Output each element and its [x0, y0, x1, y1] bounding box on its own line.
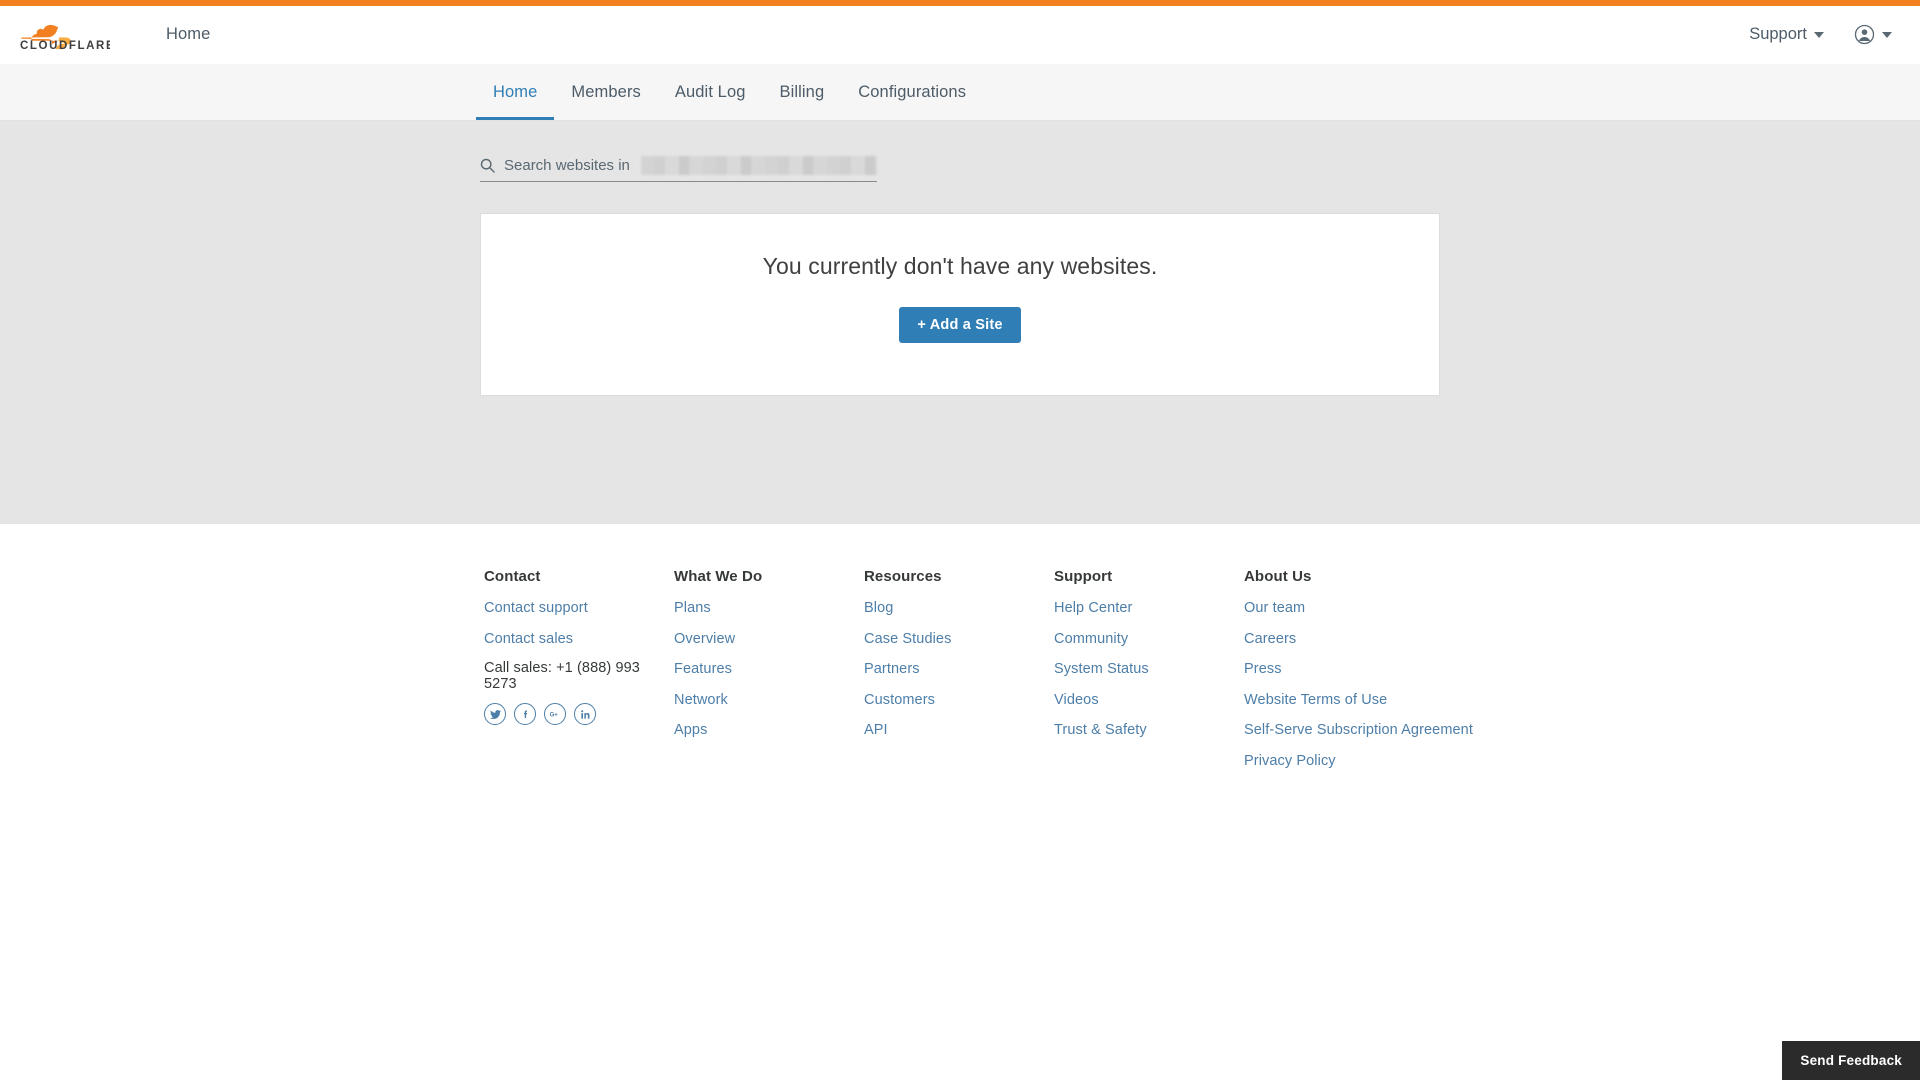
- footer-link[interactable]: Network: [674, 691, 864, 711]
- search-input[interactable]: Search websites in: [480, 152, 877, 182]
- facebook-icon[interactable]: [514, 703, 536, 726]
- footer-link[interactable]: Partners: [864, 660, 1054, 680]
- cloudflare-wordmark: CLOUDFLARE: [20, 40, 110, 52]
- cloudflare-cloud-icon: CLOUDFLARE: [20, 24, 110, 52]
- footer-link[interactable]: Videos: [1054, 691, 1244, 711]
- footer-link[interactable]: Apps: [674, 721, 864, 741]
- cloudflare-logo[interactable]: CLOUDFLARE: [18, 17, 110, 53]
- footer-link[interactable]: Privacy Policy: [1244, 752, 1474, 772]
- header-home-link[interactable]: Home: [166, 25, 210, 44]
- footer-column-title: Contact: [484, 568, 541, 585]
- footer-column-support: Support Help Center Community System Status…: [1054, 568, 1244, 782]
- linkedin-icon[interactable]: [574, 703, 596, 726]
- footer-link[interactable]: API: [864, 721, 1054, 741]
- search-row: Search websites in: [480, 152, 1440, 182]
- footer-column-what-we-do: What We Do Plans Overview Features Network Ap…: [674, 568, 864, 782]
- header-primary-nav: Home: [166, 25, 210, 44]
- footer-link[interactable]: Plans: [674, 599, 864, 619]
- footer-link[interactable]: Careers: [1244, 630, 1474, 650]
- support-menu-label: Support: [1749, 25, 1807, 43]
- tab-billing[interactable]: Billing: [763, 64, 842, 120]
- footer-link[interactable]: Community: [1054, 630, 1244, 650]
- account-tabbar: Home Members Audit Log Billing Configura…: [0, 64, 1920, 121]
- empty-state-message: You currently don't have any websites.: [762, 253, 1158, 279]
- redacted-account-name: [640, 156, 877, 175]
- tab-configurations[interactable]: Configurations: [841, 64, 983, 120]
- chevron-down-icon: [1882, 31, 1892, 38]
- footer-link[interactable]: Help Center: [1054, 599, 1244, 619]
- footer-link[interactable]: Trust & Safety: [1054, 721, 1244, 741]
- footer-phone-text: Call sales: +1 (888) 993 5273: [484, 660, 640, 693]
- footer-link[interactable]: System Status: [1054, 660, 1244, 680]
- footer-link[interactable]: Overview: [674, 630, 864, 650]
- chevron-down-icon: [1814, 31, 1824, 38]
- footer-link[interactable]: Press: [1244, 660, 1474, 680]
- tab-audit-log[interactable]: Audit Log: [658, 64, 763, 120]
- account-circle-icon: [1854, 24, 1875, 45]
- site-footer: Contact Contact support Contact sales Call …: [0, 524, 1920, 783]
- footer-link[interactable]: Our team: [1244, 599, 1474, 619]
- footer-column-title: Support: [1054, 568, 1113, 585]
- footer-column-title: About Us: [1244, 568, 1312, 585]
- footer-column-title: Resources: [864, 568, 942, 585]
- account-menu[interactable]: [1854, 24, 1892, 45]
- footer-column-title: What We Do: [674, 568, 763, 585]
- footer-link[interactable]: Blog: [864, 599, 1054, 619]
- footer-link[interactable]: Features: [674, 660, 864, 680]
- footer-column-about-us: About Us Our team Careers Press Website Term…: [1244, 568, 1474, 782]
- footer-column-contact: Contact Contact support Contact sales Call …: [484, 568, 674, 782]
- main-content: Search websites in You currently don't h…: [0, 121, 1920, 524]
- tab-members[interactable]: Members: [554, 64, 657, 120]
- empty-state-card: You currently don't have any websites. +…: [480, 213, 1440, 396]
- send-feedback-button[interactable]: Send Feedback: [1782, 1041, 1920, 1080]
- social-links: G+: [484, 703, 674, 726]
- add-site-button[interactable]: + Add a Site: [899, 307, 1021, 343]
- twitter-icon[interactable]: [484, 703, 506, 726]
- header-right-group: Support: [1749, 24, 1892, 45]
- footer-columns: Contact Contact support Contact sales Call …: [484, 568, 1484, 782]
- support-menu[interactable]: Support: [1749, 25, 1824, 44]
- footer-link[interactable]: Customers: [864, 691, 1054, 711]
- search-placeholder-text: Search websites in: [504, 157, 630, 174]
- footer-link[interactable]: Self-Serve Subscription Agreement: [1244, 721, 1474, 741]
- footer-column-resources: Resources Blog Case Studies Partners Custome…: [864, 568, 1054, 782]
- footer-link[interactable]: Website Terms of Use: [1244, 691, 1474, 711]
- global-header: CLOUDFLARE Home Support: [0, 6, 1920, 64]
- footer-link[interactable]: Contact support: [484, 599, 674, 619]
- search-icon: [480, 158, 495, 173]
- tab-home[interactable]: Home: [476, 64, 555, 120]
- footer-link[interactable]: Case Studies: [864, 630, 1054, 650]
- svg-text:G+: G+: [550, 713, 559, 719]
- footer-link[interactable]: Contact sales: [484, 630, 674, 650]
- google-plus-icon[interactable]: G+: [544, 703, 566, 726]
